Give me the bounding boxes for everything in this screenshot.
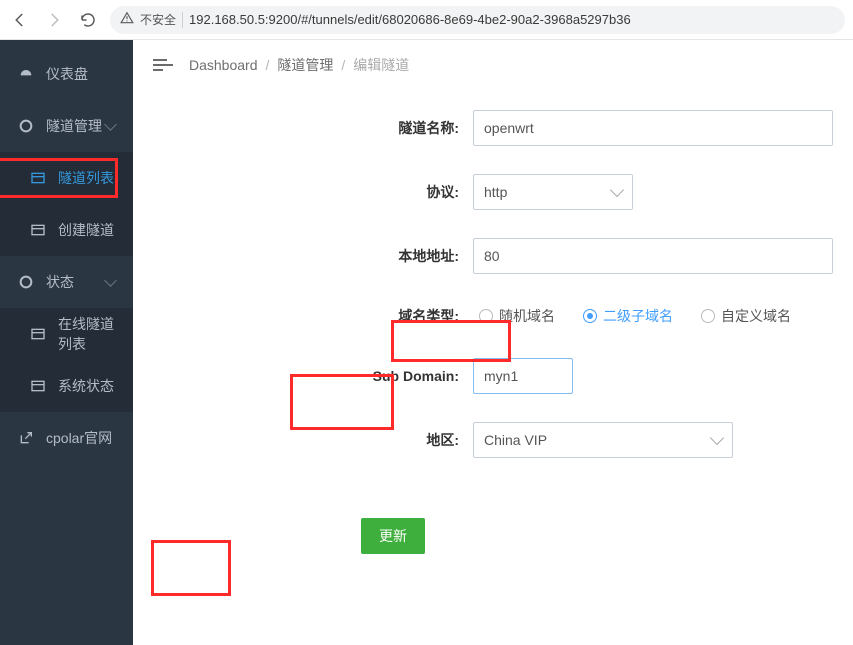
browser-toolbar: 不安全 192.168.50.5:9200/#/tunnels/edit/680… xyxy=(0,0,853,40)
chevron-down-icon xyxy=(610,183,624,197)
breadcrumb-sep: / xyxy=(266,57,270,73)
sidebar-item-system-status[interactable]: 系统状态 xyxy=(0,360,133,412)
breadcrumb-current: 编辑隧道 xyxy=(353,55,409,75)
grid-icon xyxy=(30,326,46,342)
sidebar-item-status[interactable]: 状态 xyxy=(0,256,133,308)
subdomain-label: Sub Domain: xyxy=(133,368,473,384)
sidebar-item-label: 仪表盘 xyxy=(46,64,88,84)
sidebar-item-label: 在线隧道列表 xyxy=(58,314,115,354)
radio-label: 自定义域名 xyxy=(721,306,791,326)
insecure-icon xyxy=(120,11,134,28)
region-select[interactable]: China VIP xyxy=(473,422,733,458)
tunnel-name-input[interactable] xyxy=(473,110,833,146)
local-addr-input[interactable] xyxy=(473,238,833,274)
protocol-select[interactable]: http xyxy=(473,174,633,210)
local-addr-label: 本地地址: xyxy=(133,246,473,266)
radio-label: 随机域名 xyxy=(499,306,555,326)
sidebar: 仪表盘 隧道管理 隧道列表 创建隧道 状态 在线隧道列表 系统状态 cpola xyxy=(0,40,133,645)
main-content: Dashboard / 隧道管理 / 编辑隧道 隧道名称: 协议: http xyxy=(133,40,853,645)
back-button[interactable] xyxy=(8,8,32,32)
sidebar-item-label: 隧道管理 xyxy=(46,116,102,136)
external-link-icon xyxy=(18,430,34,446)
insecure-label: 不安全 xyxy=(140,11,176,28)
grid-icon xyxy=(30,378,46,394)
subdomain-input[interactable] xyxy=(473,358,573,394)
region-label: 地区: xyxy=(133,430,473,450)
sidebar-item-tunnel-create[interactable]: 创建隧道 xyxy=(0,204,133,256)
circle-icon xyxy=(18,274,34,290)
domain-type-label: 域名类型: xyxy=(133,306,473,326)
sidebar-item-label: cpolar官网 xyxy=(46,428,112,448)
sidebar-item-online-tunnels[interactable]: 在线隧道列表 xyxy=(0,308,133,360)
radio-label: 二级子域名 xyxy=(603,306,673,326)
protocol-label: 协议: xyxy=(133,182,473,202)
sidebar-item-tunnel-list[interactable]: 隧道列表 xyxy=(0,152,133,204)
edit-tunnel-form: 隧道名称: 协议: http 本地地址: 域名类型: 随机域名 xyxy=(133,90,853,574)
menu-toggle-button[interactable] xyxy=(153,59,173,71)
chevron-down-icon xyxy=(710,431,724,445)
radio-custom-domain[interactable]: 自定义域名 xyxy=(695,302,797,330)
sidebar-item-label: 系统状态 xyxy=(58,376,114,396)
breadcrumb-sep: / xyxy=(341,57,345,73)
breadcrumb-mid[interactable]: 隧道管理 xyxy=(277,55,333,75)
sidebar-item-label: 隧道列表 xyxy=(58,168,114,188)
address-bar[interactable]: 不安全 192.168.50.5:9200/#/tunnels/edit/680… xyxy=(110,6,845,34)
region-value: China VIP xyxy=(484,432,547,448)
grid-icon xyxy=(30,222,46,238)
sidebar-item-label: 创建隧道 xyxy=(58,220,114,240)
update-button[interactable]: 更新 xyxy=(361,518,425,554)
sidebar-item-tunnel-mgmt[interactable]: 隧道管理 xyxy=(0,100,133,152)
circle-icon xyxy=(18,118,34,134)
divider xyxy=(182,12,183,28)
breadcrumb: Dashboard / 隧道管理 / 编辑隧道 xyxy=(189,55,409,75)
radio-random-domain[interactable]: 随机域名 xyxy=(473,302,561,330)
gauge-icon xyxy=(18,66,34,82)
tunnel-name-label: 隧道名称: xyxy=(133,118,473,138)
forward-button[interactable] xyxy=(42,8,66,32)
breadcrumb-root[interactable]: Dashboard xyxy=(189,57,258,73)
sidebar-item-label: 状态 xyxy=(46,272,74,292)
grid-icon xyxy=(30,170,46,186)
protocol-value: http xyxy=(484,184,507,200)
radio-subdomain[interactable]: 二级子域名 xyxy=(577,302,679,330)
url-text: 192.168.50.5:9200/#/tunnels/edit/6802068… xyxy=(189,12,835,27)
sidebar-item-dashboard[interactable]: 仪表盘 xyxy=(0,48,133,100)
reload-button[interactable] xyxy=(76,8,100,32)
sidebar-item-cpolar-site[interactable]: cpolar官网 xyxy=(0,412,133,464)
